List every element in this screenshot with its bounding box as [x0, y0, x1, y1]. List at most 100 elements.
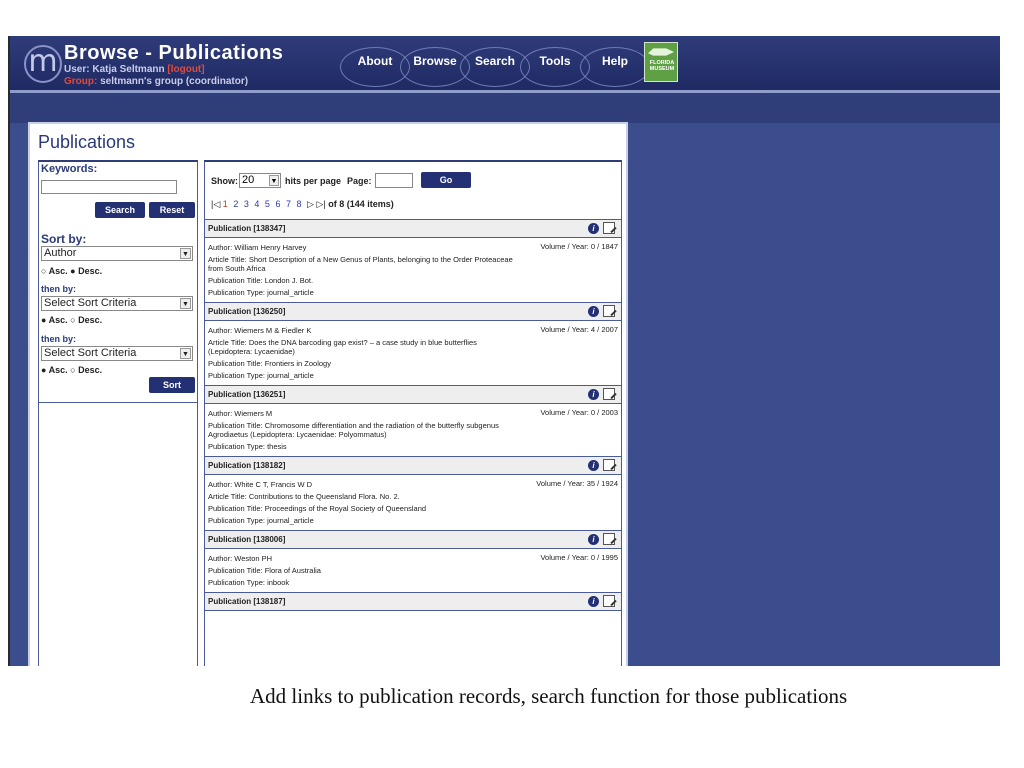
- publication-title: Publication Title: London J. Bot.: [208, 276, 314, 285]
- keywords-input[interactable]: [41, 180, 177, 194]
- chevron-down-icon[interactable]: ▼: [180, 348, 191, 359]
- publication-header: Publication [136250] i: [205, 303, 621, 321]
- desc-radio[interactable]: ○: [70, 315, 75, 325]
- desc-radio[interactable]: ○: [70, 365, 75, 375]
- browser-screen: m Browse - Publications User: Katja Selt…: [8, 36, 1000, 666]
- group-name: seltmann's group (coordinator): [100, 76, 249, 87]
- page-link[interactable]: 5: [265, 199, 270, 209]
- page-link[interactable]: 7: [286, 199, 291, 209]
- asc-radio[interactable]: ●: [41, 315, 46, 325]
- publication-header: Publication [138182] i: [205, 457, 621, 475]
- panel-title: Publications: [38, 132, 136, 152]
- desc-label: Desc.: [78, 315, 103, 325]
- publication-type: Publication Type: journal_article: [208, 288, 314, 297]
- publication-author: Author: Weston PH: [208, 554, 273, 563]
- pagination: |◁ 1 2 3 4 5 6 7 8 ▷ ▷| of 8 (144 items): [211, 199, 394, 210]
- header-band: [10, 93, 1000, 123]
- page-link[interactable]: 3: [244, 199, 249, 209]
- asc-label: Asc.: [48, 315, 68, 325]
- edit-icon[interactable]: [603, 222, 615, 234]
- chevron-down-icon[interactable]: ▼: [269, 175, 279, 186]
- alligator-icon: [648, 48, 674, 56]
- item-count: (144 items): [346, 199, 394, 209]
- publication-type: Publication Type: journal_article: [208, 371, 314, 380]
- asc-radio[interactable]: ●: [41, 365, 46, 375]
- results-area: Show: 20 ▼ hits per page Page: Go |◁ 1 2…: [204, 160, 622, 666]
- info-icon[interactable]: i: [588, 306, 599, 317]
- last-page-icon[interactable]: ▷|: [316, 199, 325, 209]
- info-icon[interactable]: i: [588, 389, 599, 400]
- slide-caption: Add links to publication records, search…: [250, 684, 848, 708]
- results-controls: Show: 20 ▼ hits per page Page: Go |◁ 1 2…: [205, 162, 621, 220]
- sort-secondary-select[interactable]: Select Sort Criteria ▼: [41, 296, 193, 311]
- sort-button[interactable]: Sort: [149, 377, 195, 393]
- next-page-icon[interactable]: ▷: [307, 199, 314, 209]
- user-label: User:: [64, 64, 90, 75]
- page-input[interactable]: [375, 173, 413, 188]
- publication-header: Publication [136251] i: [205, 386, 621, 404]
- page-title: Browse - Publications: [64, 42, 284, 64]
- sidebar-divider: [39, 402, 197, 403]
- publication-record: Volume / Year: 0 / 1847 Author: William …: [205, 238, 621, 303]
- info-icon[interactable]: i: [588, 223, 599, 234]
- edit-icon[interactable]: [603, 533, 615, 545]
- publication-id[interactable]: Publication [138182]: [208, 461, 285, 470]
- reset-button[interactable]: Reset: [149, 202, 195, 218]
- go-button[interactable]: Go: [421, 172, 471, 188]
- publication-header: Publication [138187] i: [205, 593, 621, 611]
- asc-label: Asc.: [48, 266, 68, 276]
- top-bar: m Browse - Publications User: Katja Selt…: [10, 36, 1000, 90]
- page-link[interactable]: 1: [223, 199, 228, 209]
- publication-id[interactable]: Publication [138006]: [208, 535, 285, 544]
- sort-secondary-order: ● Asc. ○ Desc.: [41, 315, 102, 325]
- page-link[interactable]: 4: [254, 199, 259, 209]
- publication-id[interactable]: Publication [138187]: [208, 597, 285, 606]
- publication-record: Volume / Year: 0 / 1995 Author: Weston P…: [205, 549, 621, 593]
- desc-label: Desc.: [78, 266, 103, 276]
- edit-icon[interactable]: [603, 305, 615, 317]
- nav-help[interactable]: Help: [580, 47, 650, 87]
- page-link[interactable]: 2: [233, 199, 238, 209]
- edit-icon[interactable]: [603, 459, 615, 471]
- florida-museum-logo[interactable]: FLORIDA MUSEUM: [644, 42, 678, 82]
- keywords-label: Keywords:: [41, 163, 98, 175]
- chevron-down-icon[interactable]: ▼: [180, 248, 191, 259]
- edit-icon[interactable]: [603, 595, 615, 607]
- publication-title: Publication Title: Chromosome differenti…: [208, 421, 499, 439]
- sort-primary-order: ○ Asc. ● Desc.: [41, 266, 102, 276]
- publication-id[interactable]: Publication [136250]: [208, 307, 285, 316]
- logout-link[interactable]: [logout]: [167, 64, 204, 75]
- info-icon[interactable]: i: [588, 534, 599, 545]
- publication-id[interactable]: Publication [136251]: [208, 390, 285, 399]
- sort-tertiary-order: ● Asc. ○ Desc.: [41, 365, 102, 375]
- search-button[interactable]: Search: [95, 202, 145, 218]
- chevron-down-icon[interactable]: ▼: [180, 298, 191, 309]
- publication-type: Publication Type: journal_article: [208, 516, 314, 525]
- publication-record: Volume / Year: 4 / 2007 Author: Wiemers …: [205, 321, 621, 386]
- info-icon[interactable]: i: [588, 460, 599, 471]
- asc-radio[interactable]: ○: [41, 266, 46, 276]
- info-icon[interactable]: i: [588, 596, 599, 607]
- museum-logo-text: FLORIDA MUSEUM: [649, 60, 675, 72]
- sort-primary-value: Author: [44, 247, 77, 259]
- page-link[interactable]: 6: [275, 199, 280, 209]
- then-by-label: then by:: [41, 284, 76, 294]
- publication-id[interactable]: Publication [138347]: [208, 224, 285, 233]
- page-link[interactable]: 8: [297, 199, 302, 209]
- hits-per-page-select[interactable]: 20 ▼: [239, 173, 281, 188]
- publication-type: Publication Type: inbook: [208, 578, 290, 587]
- search-sidebar: Keywords: Search Reset Sort by: Author ▼…: [38, 160, 198, 666]
- first-page-icon[interactable]: |◁: [211, 199, 220, 209]
- hits-label: hits per page: [285, 176, 342, 186]
- edit-icon[interactable]: [603, 388, 615, 400]
- publication-article-title: Article Title: Short Description of a Ne…: [208, 255, 513, 273]
- desc-radio[interactable]: ●: [70, 266, 75, 276]
- page-label: Page:: [347, 176, 372, 186]
- publication-article-title: Article Title: Contributions to the Quee…: [208, 492, 400, 501]
- group-label: Group:: [64, 76, 98, 87]
- sort-by-label: Sort by:: [41, 232, 87, 246]
- sort-tertiary-select[interactable]: Select Sort Criteria ▼: [41, 346, 193, 361]
- publication-author: Author: Wiemers M & Fiedler K: [208, 326, 312, 335]
- sort-primary-select[interactable]: Author ▼: [41, 246, 193, 261]
- app-logo-icon[interactable]: m: [24, 45, 62, 83]
